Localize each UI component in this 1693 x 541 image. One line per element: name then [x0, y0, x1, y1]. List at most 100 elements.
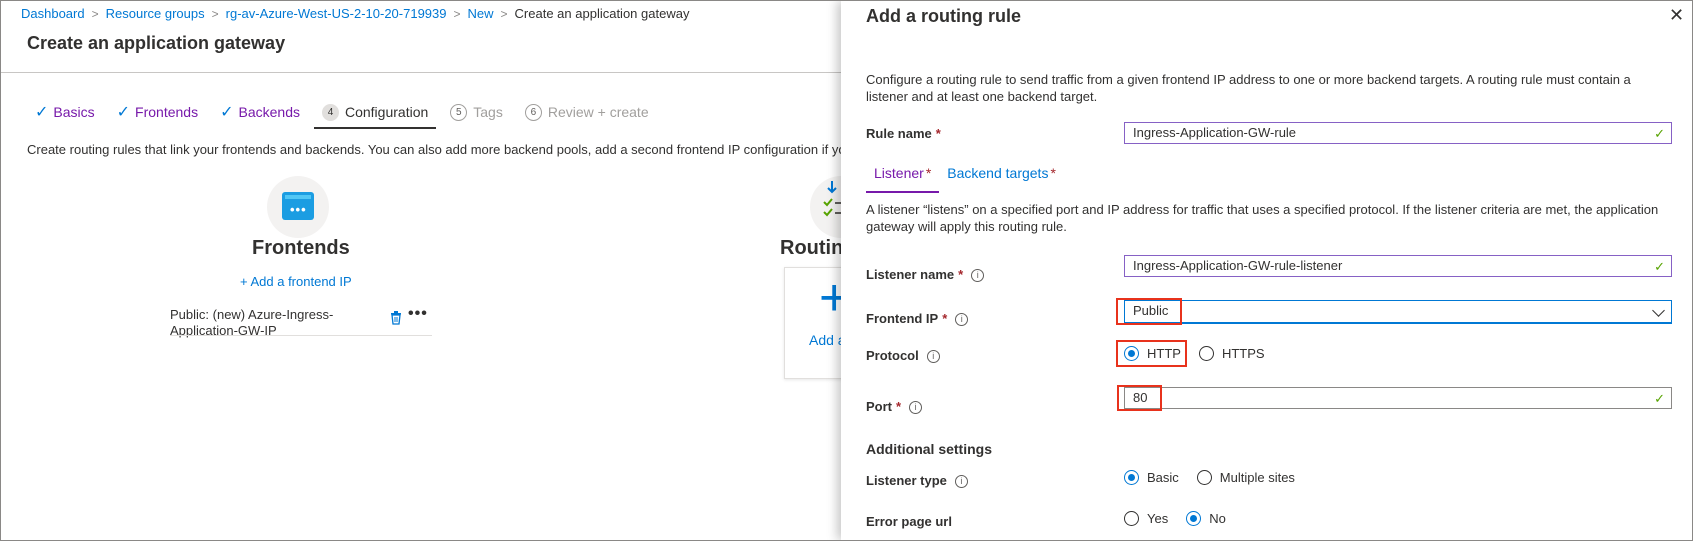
configuration-description: Create routing rules that link your fron…	[27, 142, 842, 157]
chevron-right-icon: >	[91, 7, 99, 21]
trash-icon[interactable]	[390, 310, 402, 325]
tab-listener[interactable]: Listener *	[866, 165, 940, 193]
chevron-right-icon: >	[211, 7, 219, 21]
listener-type-label: Listener type i	[866, 473, 968, 488]
checkmark-icon: ✓	[116, 104, 131, 121]
checkmark-icon: ✓	[220, 104, 234, 121]
step-number-badge: 4	[321, 103, 339, 121]
highlight-box	[1116, 298, 1182, 325]
option-label: HTTPS	[1221, 346, 1265, 361]
routing-rules-heading: Routin	[780, 237, 844, 259]
label-text: Listener type	[866, 473, 947, 488]
tab-tags[interactable]: 5 Tags	[442, 99, 511, 125]
add-routing-rule-panel: Add a routing rule ✕ Configure a routing…	[841, 1, 1692, 540]
radio-button[interactable]	[1186, 511, 1202, 526]
label-text: Protocol	[866, 348, 919, 363]
tab-backend-targets[interactable]: Backend targets *	[939, 165, 1064, 189]
checkmark-icon: ✓	[1654, 391, 1665, 406]
frontends-icon: •••	[267, 176, 329, 238]
listener-type-radio-group: Basic Multiple sites	[1124, 470, 1313, 485]
info-icon[interactable]: i	[955, 313, 969, 326]
window: Dashboard > Resource groups > rg-av-Azure-We…	[0, 0, 1693, 541]
highlight-box	[1117, 385, 1162, 411]
breadcrumb-new[interactable]: New	[468, 6, 494, 21]
frontends-heading: Frontends	[252, 237, 350, 259]
tab-label: Tags	[473, 104, 503, 120]
checkmark-icon: ✓	[35, 104, 49, 121]
option-label: No	[1209, 511, 1226, 526]
tab-frontends[interactable]: ✓ Frontends	[109, 99, 206, 125]
protocol-label: Protocol i	[866, 348, 940, 363]
breadcrumb: Dashboard > Resource groups > rg-av-Azure-We…	[21, 6, 689, 21]
breadcrumb-resource-group[interactable]: rg-av-Azure-West-US-2-10-20-719939	[226, 6, 447, 21]
breadcrumb-current: Create an application gateway	[514, 6, 690, 21]
radio-button[interactable]	[1196, 470, 1212, 485]
listener-name-label: Listener name * i	[866, 267, 985, 282]
panel-title: Add a routing rule	[866, 6, 1021, 26]
tab-configuration[interactable]: 4 Configuration	[313, 99, 437, 129]
label-text: Frontend IP	[866, 311, 939, 326]
checkmark-icon: ✓	[1654, 126, 1665, 141]
tab-label: Backends	[238, 104, 300, 120]
required-mark: *	[896, 399, 902, 414]
label-text: Rule name	[866, 126, 932, 141]
rule-name-label: Rule name *	[866, 126, 941, 141]
info-icon[interactable]: i	[926, 350, 940, 363]
frontend-ip-label: Frontend IP * i	[866, 311, 969, 326]
listener-name-input[interactable]: Ingress-Application-GW-rule-listener ✓	[1124, 255, 1672, 277]
label-text: Listener name	[866, 267, 955, 282]
panel-description: Configure a routing rule to send traffic…	[866, 72, 1631, 104]
tab-label: Listener	[874, 165, 924, 181]
listener-type-option-basic[interactable]: Basic	[1124, 470, 1179, 485]
step-number-badge: 5	[450, 103, 468, 121]
port-label: Port * i	[866, 399, 923, 414]
wizard-tabs: ✓ Basics ✓ Frontends ✓ Backends 4 Config…	[27, 99, 663, 129]
checkmark-icon: ✓	[1654, 259, 1665, 274]
breadcrumb-dashboard[interactable]: Dashboard	[21, 6, 85, 21]
required-mark: *	[942, 311, 948, 326]
breadcrumb-resource-groups[interactable]: Resource groups	[106, 6, 205, 21]
option-label: Yes	[1147, 511, 1169, 526]
radio-button[interactable]	[1198, 346, 1214, 361]
listener-type-option-multiple-sites[interactable]: Multiple sites	[1196, 470, 1295, 485]
tab-label: Frontends	[135, 104, 199, 120]
additional-settings-heading: Additional settings	[866, 441, 992, 457]
frontend-ip-select[interactable]: Public	[1124, 300, 1672, 324]
error-page-option-yes[interactable]: Yes	[1124, 511, 1168, 526]
tab-label: Review + create	[547, 104, 649, 120]
rule-name-input[interactable]: Ingress-Application-GW-rule ✓	[1124, 122, 1672, 144]
protocol-option-https[interactable]: HTTPS	[1198, 346, 1265, 361]
radio-button[interactable]	[1124, 511, 1139, 526]
port-input[interactable]: 80 ✓	[1124, 387, 1672, 409]
close-icon[interactable]: ✕	[1669, 6, 1684, 24]
option-label: Basic	[1147, 470, 1179, 485]
label-text: Error page url	[866, 514, 952, 529]
radio-button[interactable]	[1124, 470, 1139, 485]
input-value: Ingress-Application-GW-rule-listener	[1133, 258, 1343, 273]
frontend-window-icon: •••	[282, 192, 314, 220]
required-mark: *	[958, 267, 964, 282]
add-frontend-ip-link[interactable]: + Add a frontend IP	[240, 274, 352, 289]
error-page-option-no[interactable]: No	[1186, 511, 1226, 526]
info-icon[interactable]: i	[909, 401, 923, 414]
required-mark: *	[1050, 165, 1056, 181]
dots-glyph: •••	[290, 202, 307, 217]
page-title: Create an application gateway	[27, 33, 286, 53]
divider	[170, 335, 432, 336]
tab-label: Backend targets	[947, 165, 1049, 181]
tab-backends[interactable]: ✓ Backends	[212, 99, 308, 125]
option-label: Multiple sites	[1219, 470, 1295, 485]
chevron-right-icon: >	[500, 7, 508, 21]
info-icon[interactable]: i	[954, 475, 968, 488]
label-text: Port	[866, 399, 892, 414]
error-page-url-label: Error page url	[866, 514, 952, 529]
info-icon[interactable]: i	[971, 269, 985, 282]
required-mark: *	[925, 165, 932, 181]
tab-review-create[interactable]: 6 Review + create	[517, 99, 657, 125]
more-options-icon[interactable]: •••	[408, 305, 428, 323]
divider	[1, 72, 841, 73]
error-page-radio-group: Yes No	[1124, 511, 1244, 526]
input-value: Ingress-Application-GW-rule	[1133, 125, 1297, 140]
panel-tabs: Listener * Backend targets *	[866, 165, 1064, 193]
tab-basics[interactable]: ✓ Basics	[27, 99, 103, 125]
